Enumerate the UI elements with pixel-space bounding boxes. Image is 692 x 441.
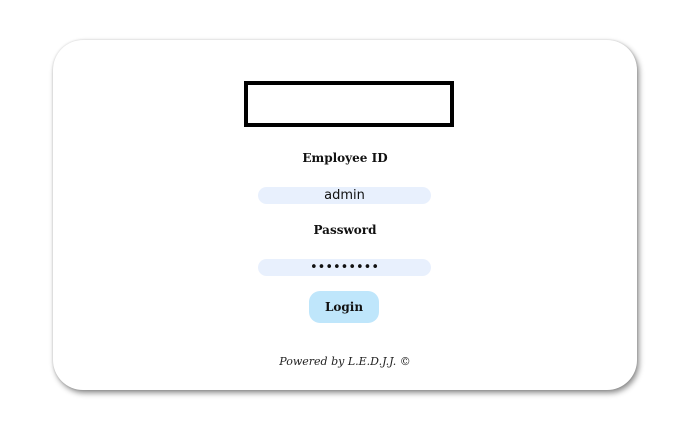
powered-by-footer: Powered by L.E.D.J.J. © <box>279 355 411 368</box>
employee-id-input[interactable] <box>258 187 431 204</box>
employee-id-label: Employee ID <box>302 151 388 165</box>
login-button[interactable]: Login <box>309 291 379 323</box>
password-label: Password <box>313 223 377 237</box>
login-card: Employee ID Password Login Powered by L.… <box>53 40 637 390</box>
logo-placeholder <box>244 81 454 127</box>
password-input[interactable] <box>258 259 431 276</box>
